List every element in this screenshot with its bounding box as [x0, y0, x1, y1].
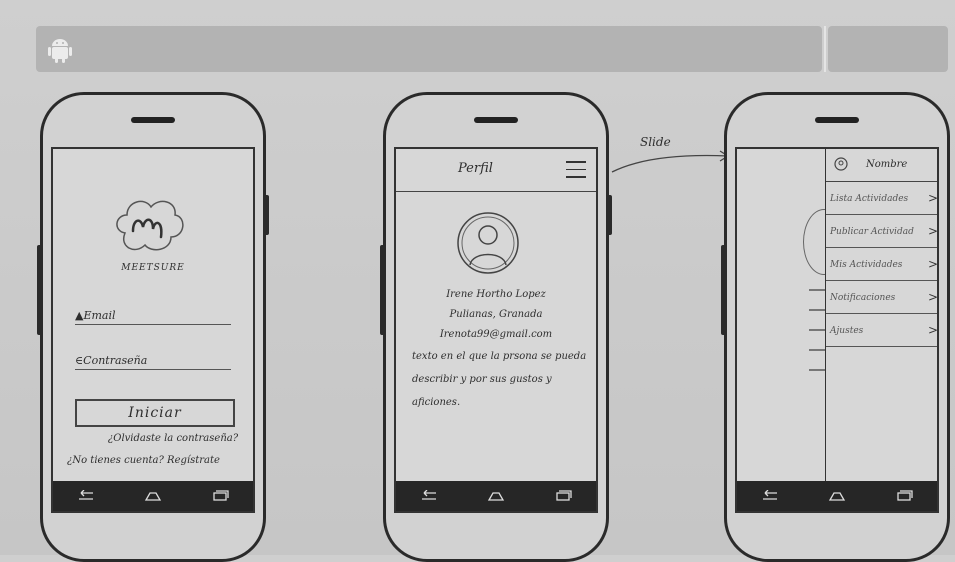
drawer-screen: Nombre Lista Actividades > Publicar Acti… — [735, 147, 939, 513]
profile-bio: texto en el que la prsona se pueda descr… — [412, 351, 587, 408]
slide-arrow-icon — [611, 150, 730, 173]
back-icon[interactable] — [420, 490, 438, 502]
earpiece — [131, 117, 175, 123]
drawer-item-label: Ajustes — [830, 326, 864, 336]
volume-button — [37, 245, 42, 335]
earpiece — [474, 117, 518, 123]
login-screen: MEETSURE ▲Email ∈Contraseña Iniciar ¿Olv… — [51, 147, 255, 513]
chevron-right-icon: > — [927, 191, 938, 205]
recent-apps-icon[interactable] — [554, 490, 572, 502]
drawer-item-label: Lista Actividades — [830, 194, 909, 204]
chevron-right-icon: > — [927, 290, 938, 304]
home-icon[interactable] — [144, 490, 162, 502]
slide-annotation: Slide — [640, 135, 671, 149]
login-button[interactable]: Iniciar — [75, 399, 235, 427]
hamburger-menu-icon[interactable] — [566, 161, 586, 179]
profile-header: Perfil — [396, 149, 596, 192]
divider — [824, 26, 826, 72]
drawer-item-ajustes[interactable]: Ajustes > — [826, 314, 938, 347]
back-icon[interactable] — [77, 490, 95, 502]
recent-apps-icon[interactable] — [211, 490, 229, 502]
action-bar-segment — [824, 26, 948, 72]
avatar — [457, 212, 519, 274]
drawer-item-mis-actividades[interactable]: Mis Actividades > — [826, 248, 938, 281]
home-icon[interactable] — [828, 490, 846, 502]
forgot-password-link[interactable]: ¿Olvidaste la contraseña? — [93, 433, 253, 444]
navigation-drawer: Nombre Lista Actividades > Publicar Acti… — [825, 149, 938, 511]
chevron-right-icon: > — [927, 323, 938, 337]
email-field[interactable]: ▲Email — [75, 309, 231, 325]
drawer-item-lista-actividades[interactable]: Lista Actividades > — [826, 182, 938, 215]
profile-screen: Perfil Irene Hortho Lopez Pulianas, Gran… — [394, 147, 598, 513]
profile-name: Irene Hortho Lopez — [446, 289, 546, 300]
volume-button — [721, 245, 726, 335]
phone-profile: Perfil Irene Hortho Lopez Pulianas, Gran… — [380, 92, 612, 562]
profile-email: Irenota99@gmail.com — [439, 329, 553, 340]
android-icon — [48, 39, 72, 63]
password-field[interactable]: ∈Contraseña — [75, 354, 231, 370]
password-placeholder: Contraseña — [83, 354, 148, 367]
power-button — [607, 195, 612, 235]
chevron-right-icon: > — [927, 257, 938, 271]
android-nav-bar — [737, 481, 937, 511]
register-link[interactable]: ¿No tienes cuenta? Regístrate — [67, 455, 247, 466]
logo-text: MEETSURE — [121, 263, 185, 273]
drawer-header: Nombre — [826, 149, 937, 182]
volume-button — [380, 245, 385, 335]
drawer-item-label: Publicar Actividad — [830, 227, 914, 237]
title-bar-segment — [36, 26, 822, 72]
drawer-item-publicar-actividad[interactable]: Publicar Actividad > — [826, 215, 938, 248]
page-title: Perfil — [458, 161, 493, 176]
lock-icon: ∈ — [75, 354, 84, 367]
profile-location: Pulianas, Granada — [449, 309, 543, 320]
phone-login: MEETSURE ▲Email ∈Contraseña Iniciar ¿Olv… — [37, 92, 269, 562]
recent-apps-icon[interactable] — [895, 490, 913, 502]
android-nav-bar — [396, 481, 596, 511]
android-nav-bar — [53, 481, 253, 511]
drawer-item-label: Mis Actividades — [830, 260, 903, 270]
meetsure-logo-icon — [116, 200, 184, 251]
home-icon[interactable] — [487, 490, 505, 502]
drawer-item-label: Notificaciones — [830, 293, 896, 303]
power-button — [264, 195, 269, 235]
chevron-right-icon: > — [927, 224, 938, 238]
earpiece — [815, 117, 859, 123]
drawer-user-name: Nombre — [866, 159, 908, 170]
drawer-item-notificaciones[interactable]: Notificaciones > — [826, 281, 938, 314]
user-icon — [834, 157, 848, 171]
email-placeholder: Email — [83, 309, 116, 322]
template-top-bar — [36, 26, 948, 72]
back-icon[interactable] — [761, 490, 779, 502]
phone-drawer: Nombre Lista Actividades > Publicar Acti… — [721, 92, 950, 562]
